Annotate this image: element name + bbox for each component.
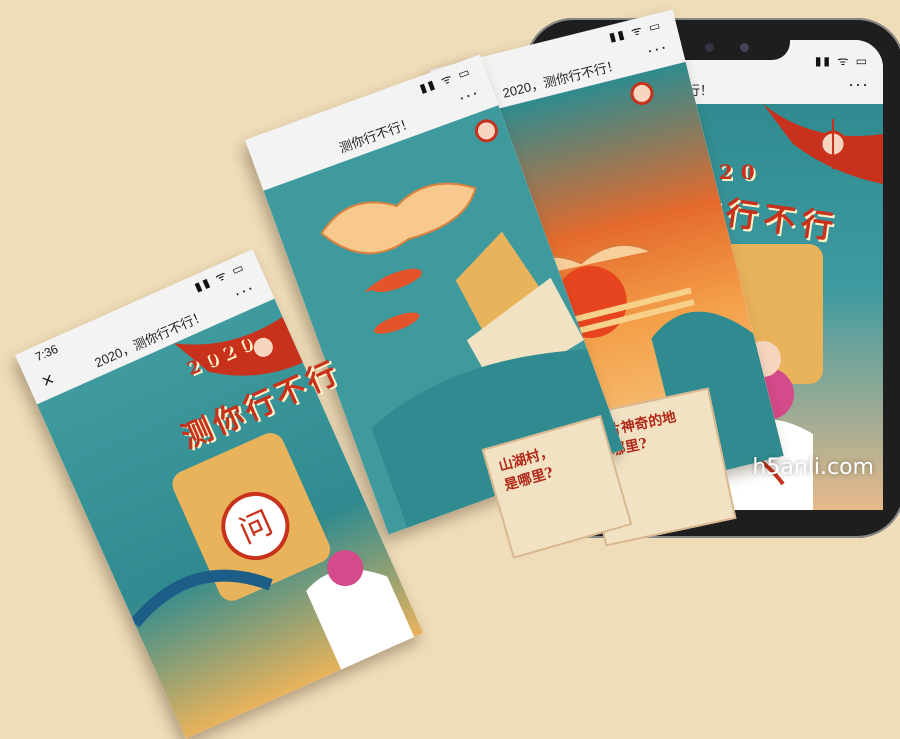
more-menu-icon[interactable]: ··· bbox=[848, 74, 869, 95]
camera-icon bbox=[705, 43, 714, 52]
screenshot-stage: ▮▮ ᯤ ▭ 2020，测你行不行！ ··· 2020 测你行不行 bbox=[0, 0, 900, 739]
status-icons: ▮▮ ᯤ ▭ bbox=[814, 54, 869, 68]
watermark: h5anli.com bbox=[752, 455, 874, 480]
sensor-icon bbox=[740, 43, 749, 52]
